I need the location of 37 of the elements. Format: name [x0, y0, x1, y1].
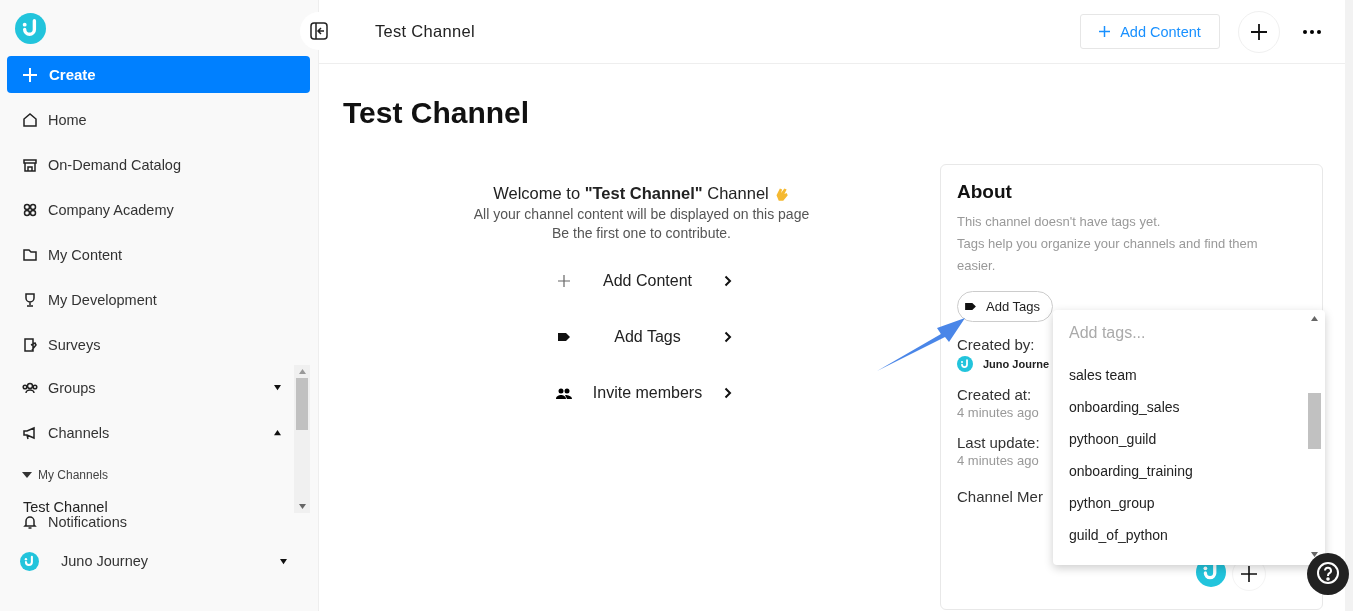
tag-option[interactable]: pythoon_guild: [1069, 431, 1193, 463]
action-link[interactable]: Invite members: [551, 375, 732, 411]
welcome-text: Be the first one to contribute.: [552, 225, 731, 241]
field-label: Channel Mer: [957, 488, 1043, 505]
nav-item[interactable]: My Content: [0, 232, 318, 277]
card-title: About: [957, 181, 1013, 203]
tag-option[interactable]: guild_of_python: [1069, 527, 1193, 559]
channel-link[interactable]: Test Channel: [0, 495, 294, 513]
nav-item[interactable]: Channels: [0, 410, 294, 455]
page-title: Test Channel: [343, 96, 531, 130]
field-label: Last update:: [957, 434, 1040, 451]
field-label: Created by:: [957, 336, 1035, 353]
tag-option[interactable]: sales team: [1069, 367, 1193, 399]
nav-item[interactable]: Home: [0, 97, 318, 142]
about-text: This channel doesn't have tags yet.: [957, 213, 1162, 231]
tag-option[interactable]: python_group: [1069, 495, 1193, 527]
action-link[interactable]: Add Tags: [551, 319, 732, 355]
tag-option[interactable]: onboarding_sales: [1069, 399, 1193, 431]
create-button[interactable]: Create: [7, 56, 310, 93]
section-toggle[interactable]: My Channels: [0, 455, 294, 495]
welcome-text: All your channel content will be displayed on this page: [473, 206, 810, 222]
page-header-title: Test Channel: [375, 22, 476, 41]
tag-option[interactable]: onboarding_training: [1069, 463, 1193, 495]
field-value: 4 minutes ago: [957, 405, 1039, 420]
nav-item[interactable]: Surveys: [0, 322, 318, 367]
add-tags-button[interactable]: Add Tags: [957, 291, 1053, 322]
field-label: Created at:: [957, 386, 1032, 403]
creator-name: Juno Journe: [983, 358, 1049, 370]
nav-item[interactable]: On-Demand Catalog: [0, 142, 318, 187]
welcome-heading: Welcome to "Test Channel" Channel: [493, 184, 769, 203]
nav-item[interactable]: Groups: [0, 365, 294, 410]
nav-item[interactable]: My Development: [0, 277, 318, 322]
about-text: Tags help you organize your channels and find them easier.: [957, 235, 1259, 275]
nav-item[interactable]: Company Academy: [0, 187, 318, 232]
field-value: 4 minutes ago: [957, 453, 1039, 468]
action-link[interactable]: Add Content: [551, 263, 732, 299]
account-menu[interactable]: Juno Journey: [0, 537, 318, 585]
